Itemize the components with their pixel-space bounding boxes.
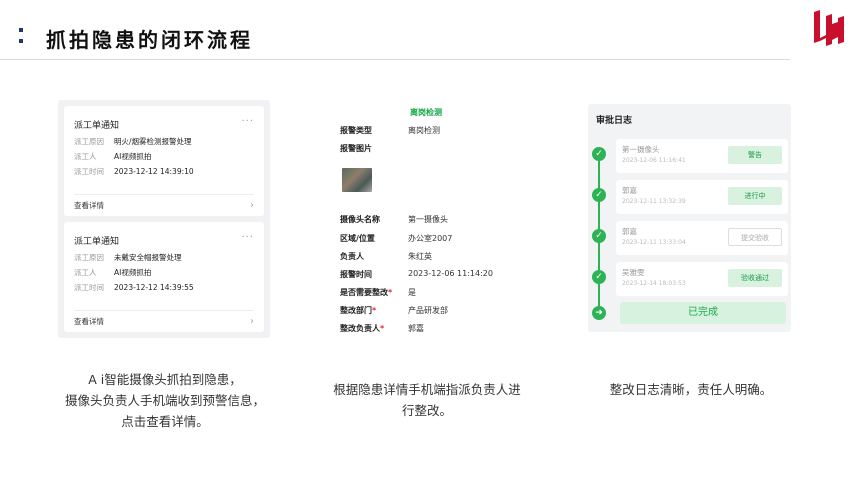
detail-row-rectifier[interactable]: 整改负责人* 郭嘉 (340, 323, 520, 334)
page-title: 抓拍隐患的闭环流程 (46, 28, 253, 52)
approval-log-panel: 审批日志 ✓ 第一摄像头 2023-12-06 11:16:41 警告 ✓ 郭嘉… (588, 104, 791, 332)
notice-title: 派工单通知 (74, 121, 120, 131)
chevron-right-icon: › (250, 316, 254, 327)
log-entry: 郭嘉 2023-12-11 13:32:39 进行中 (616, 180, 788, 214)
approval-log-title: 审批日志 (596, 116, 633, 126)
detail-row-dept[interactable]: 整改部门* 产品研发部 (340, 305, 520, 316)
completed-status: 已完成 (620, 302, 786, 324)
notice-row: 派工时间 2023-12-12 14:39:10 (74, 167, 194, 176)
notice-row: 派工原因 未戴安全帽报警处理 (74, 253, 182, 262)
dispatch-notice-card[interactable]: 派工单通知 ··· 派工原因 未戴安全帽报警处理 派工人 AI视频抓拍 派工时间 20… (64, 222, 264, 332)
check-icon: ✓ (592, 270, 606, 284)
view-details-link[interactable]: 查看详情 › (74, 194, 254, 216)
notice-row: 派工时间 2023-12-12 14:39:55 (74, 283, 194, 292)
notice-title: 派工单通知 (74, 237, 120, 247)
title-marker (19, 26, 24, 46)
detail-row-camera: 摄像头名称 第一摄像头 (340, 215, 448, 224)
notice-row: 派工人 AI视频抓拍 (74, 152, 152, 161)
dispatch-notice-panel: 派工单通知 ··· 派工原因 明火/烟雾检测报警处理 派工人 AI视频抓拍 派工时间… (58, 100, 270, 338)
caption-step-3: 整改日志清晰，责任人明确。 (609, 382, 773, 397)
more-icon[interactable]: ··· (241, 116, 254, 127)
chevron-right-icon: › (250, 200, 254, 211)
log-entry: 吴雅雯 2023-12-14 18:03:53 验收通过 (616, 262, 788, 296)
alarm-image-thumbnail[interactable] (342, 168, 372, 192)
caption-step-1: A i智能摄像头抓拍到隐患， 摄像头负责人手机端收到预警信息， 点击查看详情。 (64, 372, 265, 429)
check-icon: ✓ (592, 229, 606, 243)
status-tag: 进行中 (728, 187, 782, 205)
notice-row: 派工原因 明火/烟雾检测报警处理 (74, 137, 192, 146)
detail-row-time: 报警时间 2023-12-06 11:14:20 (340, 269, 493, 279)
log-entry: 郭嘉 2023-12-11 13:33:04 提交验收 (616, 221, 788, 255)
detail-row-owner: 负责人 朱红英 (340, 252, 432, 261)
brand-logo-icon (814, 10, 844, 46)
detail-row-need-rectify[interactable]: 是否需要整改* 是 (340, 287, 520, 298)
dispatch-notice-card[interactable]: 派工单通知 ··· 派工原因 明火/烟雾检测报警处理 派工人 AI视频抓拍 派工时间… (64, 106, 264, 216)
detail-row-alarm-type: 报警类型 离岗检测 (340, 126, 440, 135)
log-entry: 第一摄像头 2023-12-06 11:16:41 警告 (616, 139, 788, 173)
notice-row: 派工人 AI视频抓拍 (74, 268, 152, 277)
check-icon: ✓ (592, 147, 606, 161)
hazard-detail-panel: 离岗检测 报警类型 离岗检测 报警图片 摄像头名称 第一摄像头 区域/位置 办公室20… (330, 100, 520, 340)
caption-step-2: 根据隐患详情手机端指派负责人进 行整改。 (333, 382, 521, 418)
title-divider (0, 59, 790, 60)
check-icon: ✓ (592, 188, 606, 202)
status-tag: 提交验收 (728, 228, 782, 246)
status-tag: 警告 (728, 146, 782, 164)
arrow-right-icon: ➜ (592, 306, 606, 320)
detail-row-area: 区域/位置 办公室2007 (340, 234, 453, 243)
more-icon[interactable]: ··· (241, 232, 254, 243)
detail-row-alarm-image: 报警图片 (340, 144, 372, 153)
detail-heading: 离岗检测 (410, 108, 442, 117)
view-details-link[interactable]: 查看详情 › (74, 310, 254, 332)
status-tag: 验收通过 (728, 269, 782, 287)
